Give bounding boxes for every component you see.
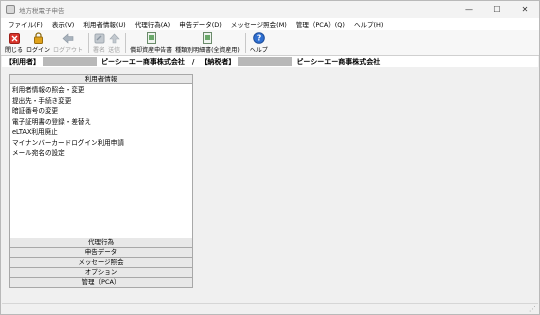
help-button-label: ヘルプ: [249, 47, 268, 54]
link-pin-change[interactable]: 暗証番号の変更: [10, 106, 192, 117]
asset-breakdown-label: 種類別明細書(全資産用): [175, 47, 240, 54]
sign-icon: [93, 32, 105, 44]
document-icon: [145, 32, 157, 44]
menu-view[interactable]: 表示(V): [49, 19, 81, 29]
title-bar: 地方税電子申告 — ☐ ✕: [1, 1, 539, 18]
minimize-button[interactable]: —: [455, 1, 483, 18]
link-eltax-cancel[interactable]: eLTAX利用廃止: [10, 127, 192, 138]
taxpayer-id-masked: [238, 57, 293, 66]
window-controls: — ☐ ✕: [455, 1, 539, 18]
link-certificate-register[interactable]: 電子証明書の登録・差替え: [10, 117, 192, 128]
menu-user-info[interactable]: 利用者情報(U): [80, 19, 131, 29]
section-message-inquiry[interactable]: メッセージ照会: [9, 258, 193, 268]
toolbar-separator: [244, 33, 246, 53]
close-icon: [8, 32, 20, 44]
send-icon: [108, 32, 120, 44]
login-button[interactable]: ログイン: [26, 30, 50, 54]
user-id-masked: [43, 57, 97, 66]
close-window-button[interactable]: ✕: [511, 1, 539, 18]
menu-message-inquiry[interactable]: メッセージ照会(M): [228, 19, 293, 29]
depreciation-return-button[interactable]: 償却資産申告書: [130, 30, 172, 54]
section-declaration-data[interactable]: 申告データ: [9, 248, 193, 258]
link-mynumber-login[interactable]: マイナンバーカードログイン利用申請: [10, 138, 192, 149]
menu-file[interactable]: ファイル(F): [5, 19, 49, 29]
toolbar-separator: [125, 33, 127, 53]
user-info-list: 利用者情報の照会・変更 提出先・手続き変更 暗証番号の変更 電子証明書の登録・差…: [9, 84, 193, 238]
nav-panel: 利用者情報 利用者情報の照会・変更 提出先・手続き変更 暗証番号の変更 電子証明…: [9, 74, 193, 288]
back-arrow-icon: [62, 32, 74, 44]
help-button[interactable]: ? ヘルプ: [250, 30, 268, 54]
logout-button-label: ログアウト: [53, 47, 84, 54]
help-icon: ?: [252, 32, 265, 44]
link-submission-change[interactable]: 提出先・手続き変更: [10, 96, 192, 107]
sign-button-label: 署名: [93, 47, 106, 54]
toolbar-separator: [88, 33, 90, 53]
asset-breakdown-button[interactable]: 種類別明細書(全資産用): [175, 30, 240, 54]
taxpayer-label: 【納税者】: [200, 57, 236, 66]
link-mail-address[interactable]: メール宛名の設定: [10, 148, 192, 159]
menu-admin[interactable]: 管理（PCA）(Q): [293, 19, 351, 29]
user-bar: 【利用者】 ピーシーエー商事株式会社 / 【納税者】 ピーシーエー商事株式会社: [2, 56, 538, 67]
document-icon: [201, 32, 213, 44]
menu-bar: ファイル(F) 表示(V) 利用者情報(U) 代理行為(A) 申告データ(D) …: [1, 18, 539, 30]
section-proxy[interactable]: 代理行為: [9, 238, 193, 248]
section-options[interactable]: オプション: [9, 268, 193, 278]
send-button-label: 送信: [108, 47, 121, 54]
toolbar: 閉じる ログイン ログアウト 署名 送信 償却資産申告書 種類別明細書(全資産用…: [1, 30, 539, 56]
depreciation-return-label: 償却資産申告書: [130, 47, 173, 54]
close-button-label: 閉じる: [5, 47, 24, 54]
resize-grip-icon[interactable]: ⋰: [529, 306, 536, 313]
user-name: ピーシーエー商事株式会社: [101, 57, 185, 66]
app-window: 地方税電子申告 — ☐ ✕ ファイル(F) 表示(V) 利用者情報(U) 代理行…: [0, 0, 540, 315]
app-icon: [6, 5, 15, 14]
userbar-separator: /: [191, 57, 195, 66]
section-user-info[interactable]: 利用者情報: [9, 74, 193, 84]
maximize-button[interactable]: ☐: [483, 1, 511, 18]
menu-help[interactable]: ヘルプ(H): [351, 19, 389, 29]
user-label: 【利用者】: [5, 57, 40, 66]
logout-button[interactable]: ログアウト: [53, 30, 83, 54]
sign-button[interactable]: 署名: [93, 30, 105, 54]
menu-proxy[interactable]: 代理行為(A): [132, 19, 177, 29]
section-admin[interactable]: 管理（PCA）: [9, 278, 193, 288]
window-title: 地方税電子申告: [19, 6, 65, 15]
svg-text:?: ?: [257, 34, 261, 43]
lock-icon: [32, 32, 44, 44]
taxpayer-name: ピーシーエー商事株式会社: [296, 57, 381, 66]
main-area: 利用者情報 利用者情報の照会・変更 提出先・手続き変更 暗証番号の変更 電子証明…: [2, 67, 538, 303]
menu-declaration-data[interactable]: 申告データ(D): [176, 19, 228, 29]
close-button[interactable]: 閉じる: [5, 30, 23, 54]
login-button-label: ログイン: [26, 47, 51, 54]
send-button[interactable]: 送信: [108, 30, 120, 54]
link-user-info-change[interactable]: 利用者情報の照会・変更: [10, 85, 192, 96]
status-bar: ⋰: [2, 303, 538, 314]
